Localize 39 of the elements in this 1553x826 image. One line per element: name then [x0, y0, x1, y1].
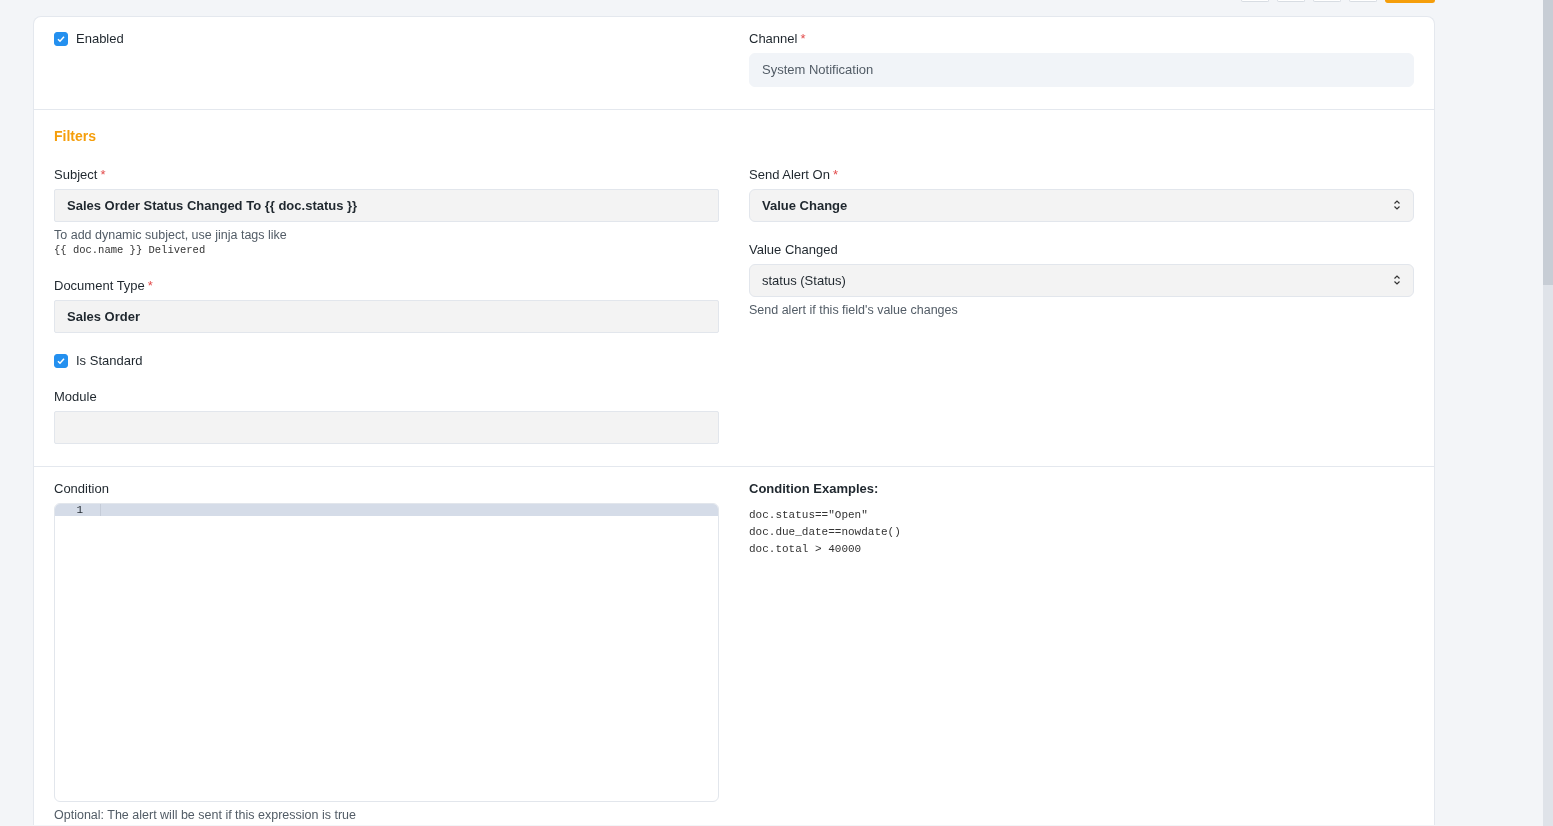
- help-text: To add dynamic subject, use jinja tags like: [54, 227, 287, 242]
- line-number: 1: [55, 503, 101, 516]
- help-text: Send alert if this field's value changes: [749, 302, 958, 317]
- select-field[interactable]: Value Change: [749, 188, 1414, 222]
- code-line: doc.due_date==nowdate(): [749, 524, 902, 540]
- check-icon: [56, 355, 66, 366]
- input-field[interactable]: Sales Order: [54, 299, 719, 333]
- code-line: doc.status=="Open": [749, 507, 869, 523]
- checkbox-label: Is Standard: [76, 353, 143, 369]
- code-sample: {{ doc.name }} Delivered: [54, 242, 207, 258]
- select-field[interactable]: status (Status): [749, 263, 1414, 297]
- field-label: Value Changed: [749, 241, 838, 257]
- input-field[interactable]: Sales Order Status Changed To {{ doc.status }}: [54, 188, 719, 222]
- field-label: Subject: [54, 166, 98, 182]
- field-label: Send Alert On: [749, 166, 830, 182]
- checkbox[interactable]: [54, 353, 68, 368]
- examples-title: Condition Examples:: [749, 480, 880, 497]
- code-editor[interactable]: 1: [54, 502, 719, 802]
- required-mark: *: [147, 277, 153, 293]
- required-mark: *: [832, 166, 838, 182]
- field-label: Module: [54, 388, 97, 404]
- field-label: Document Type: [54, 277, 145, 293]
- field-label: Condition: [54, 480, 109, 496]
- checkbox[interactable]: [54, 32, 68, 46]
- primary-button[interactable]: [1385, 0, 1435, 3]
- readonly-field[interactable]: System Notification: [749, 53, 1414, 87]
- sort-caret-icon: [1393, 274, 1401, 287]
- required-mark: *: [800, 31, 806, 46]
- help-text: Optional: The alert will be sent if this expression is true: [54, 807, 356, 822]
- input-field[interactable]: [54, 410, 719, 444]
- sort-caret-icon: [1393, 199, 1401, 212]
- scrollbar[interactable]: [1543, 0, 1553, 826]
- checkbox-label: Enabled: [76, 31, 124, 47]
- field-label: Channel: [749, 31, 798, 46]
- check-icon: [56, 34, 66, 44]
- section-title: Filters: [54, 128, 97, 145]
- scrollbar-thumb[interactable]: [1543, 0, 1553, 285]
- code-line: doc.total > 40000: [749, 541, 863, 557]
- required-mark: *: [100, 166, 106, 182]
